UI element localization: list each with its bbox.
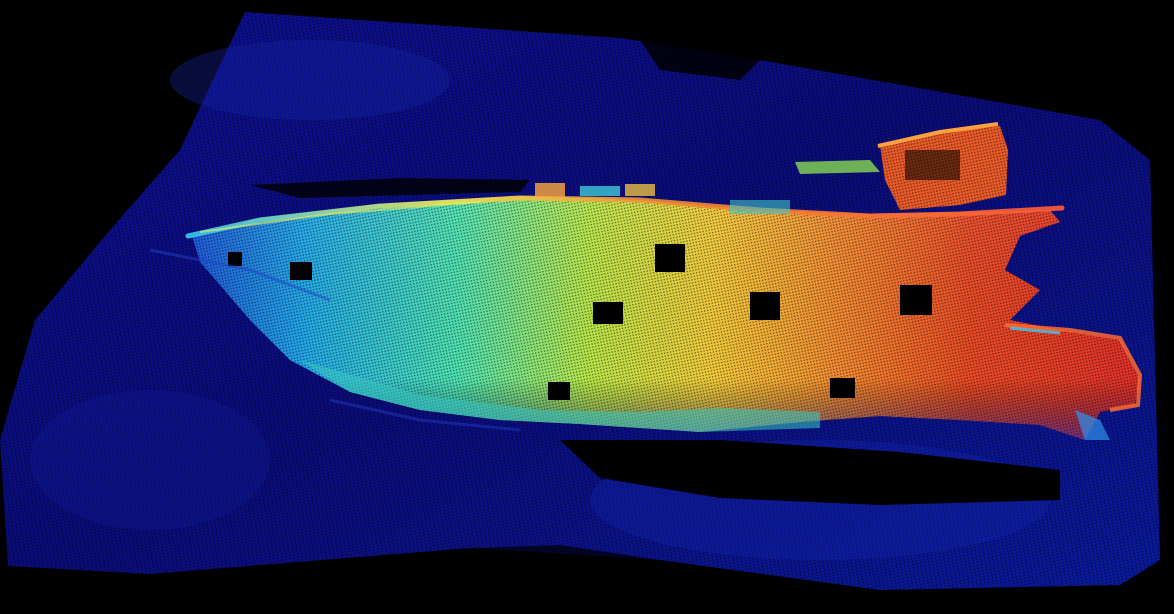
sonar-point-cloud (0, 12, 1174, 590)
point-cloud-viewport[interactable] (0, 0, 1174, 614)
